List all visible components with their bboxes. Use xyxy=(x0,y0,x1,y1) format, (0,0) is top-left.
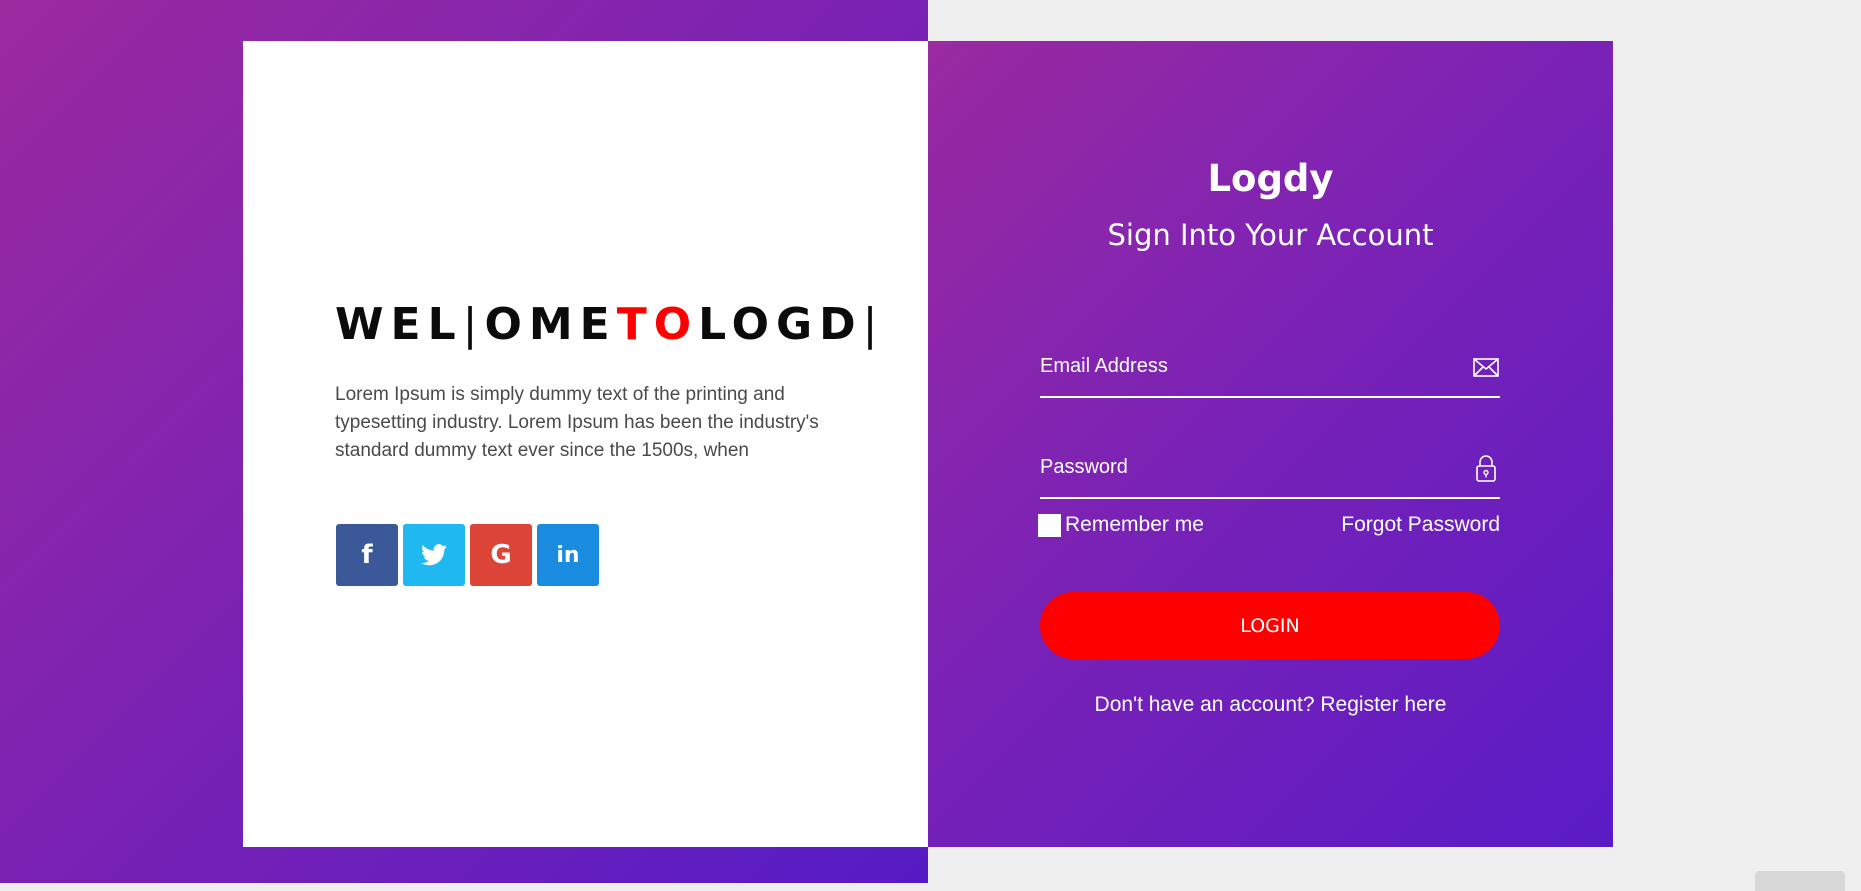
twitter-button[interactable] xyxy=(403,524,465,586)
email-field[interactable] xyxy=(1040,340,1450,392)
lock-icon xyxy=(1476,455,1496,482)
linkedin-button[interactable]: in xyxy=(537,524,599,586)
remember-label: Remember me xyxy=(1065,513,1204,536)
welcome-description: Lorem Ipsum is simply dummy text of the … xyxy=(335,384,819,461)
facebook-icon: f xyxy=(361,540,373,570)
login-panel: Logdy Sign Into Your Account Remember me… xyxy=(928,41,1613,847)
password-field[interactable] xyxy=(1040,441,1450,493)
welcome-heading-part1: WEL xyxy=(335,299,463,350)
remember-me[interactable]: Remember me xyxy=(1038,513,1204,537)
envelope-icon xyxy=(1473,358,1499,377)
login-button[interactable]: LOGIN xyxy=(1040,592,1500,659)
remember-checkbox[interactable] xyxy=(1038,513,1061,537)
welcome-panel: WEL|OMETOLOGD| Lorem Ipsum is simply dum… xyxy=(243,41,928,847)
welcome-heading-part3: LOGD xyxy=(698,299,863,350)
welcome-heading-accent: TO xyxy=(616,299,699,350)
social-buttons: f G in xyxy=(336,524,599,586)
typing-cursor: | xyxy=(462,299,485,350)
welcome-heading-part2: OME xyxy=(484,299,617,350)
linkedin-icon: in xyxy=(556,542,580,568)
twitter-icon xyxy=(421,544,447,566)
facebook-button[interactable]: f xyxy=(336,524,398,586)
forgot-password-link[interactable]: Forgot Password xyxy=(1341,513,1500,537)
register-link[interactable]: Don't have an account? Register here xyxy=(928,693,1613,717)
email-field-wrapper xyxy=(1040,340,1500,398)
login-subtitle: Sign Into Your Account xyxy=(1107,218,1434,252)
google-button[interactable]: G xyxy=(470,524,532,586)
welcome-heading: WEL|OMETOLOGD| xyxy=(335,303,884,347)
scroll-corner-tab xyxy=(1755,871,1845,891)
google-icon: G xyxy=(490,540,512,570)
typing-cursor-end: | xyxy=(862,299,885,350)
brand-title: Logdy xyxy=(1207,157,1334,200)
password-field-wrapper xyxy=(1040,441,1500,499)
